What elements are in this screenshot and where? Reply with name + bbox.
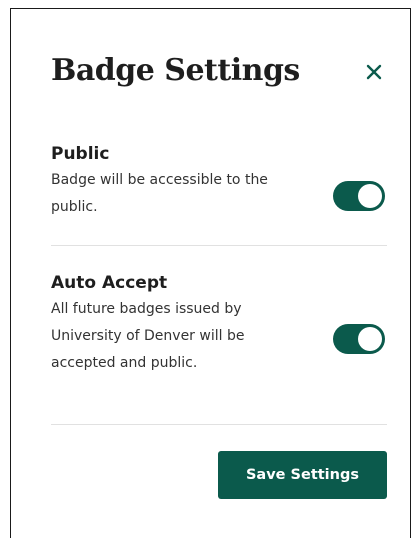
- public-toggle[interactable]: [333, 181, 385, 211]
- setting-description: All future badges issued by University o…: [51, 301, 245, 371]
- toggle-knob: [358, 327, 382, 351]
- close-icon: [366, 64, 382, 80]
- badge-settings-dialog: Badge Settings Public Badge will be acce…: [10, 8, 411, 538]
- divider: [51, 424, 387, 425]
- auto-accept-toggle[interactable]: [333, 324, 385, 354]
- setting-label: Public: [51, 144, 110, 164]
- setting-description: Badge will be accessible to the public.: [51, 172, 268, 215]
- setting-public: Public Badge will be accessible to the p…: [51, 143, 387, 221]
- setting-auto-accept: Auto Accept All future badges issued by …: [51, 272, 387, 377]
- save-settings-button[interactable]: Save Settings: [218, 451, 387, 499]
- setting-label: Auto Accept: [51, 273, 168, 293]
- divider: [51, 245, 387, 246]
- toggle-knob: [358, 184, 382, 208]
- dialog-title: Badge Settings: [51, 53, 300, 88]
- close-button[interactable]: [361, 59, 387, 85]
